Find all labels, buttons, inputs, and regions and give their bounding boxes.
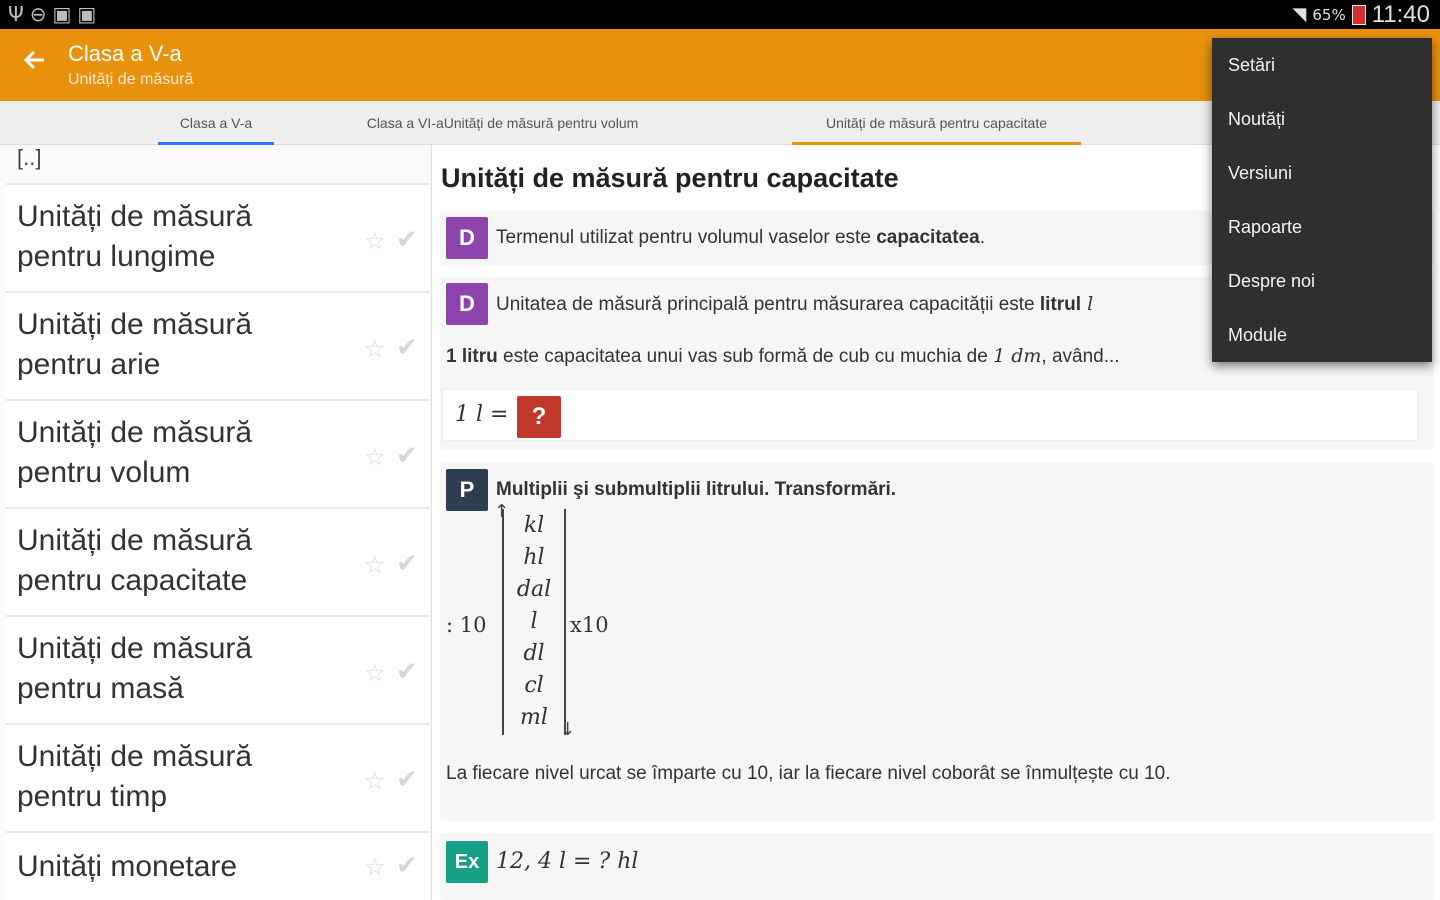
star-icon[interactable]: ☆ bbox=[364, 853, 386, 881]
multiply-label: x10 bbox=[570, 613, 609, 637]
property-card: P Multiplii şi submultiplii litrului. Tr… bbox=[440, 463, 1434, 821]
status-bar: Ψ ⊖ ▣ ▣ ◥ 65% 11:40 bbox=[0, 0, 1440, 29]
formula: 1 l = bbox=[455, 402, 509, 427]
overflow-menu: Setări Noutăți Versiuni Rapoarte Despre … bbox=[1212, 38, 1432, 362]
list-item-label: Unități de măsură pentru capacitate bbox=[17, 524, 253, 597]
rule-text: La fiecare nivel urcat se împarte cu 10,… bbox=[446, 763, 1171, 784]
list-item-label: Unități monetare bbox=[17, 850, 238, 883]
unit-label: l bbox=[530, 609, 538, 634]
unit-label: dl bbox=[523, 641, 545, 666]
battery-percent: 65% bbox=[1312, 5, 1346, 24]
definition-badge: D bbox=[446, 283, 488, 325]
check-icon[interactable]: ✔ bbox=[396, 225, 418, 255]
dnd-icon: ⊖ bbox=[29, 2, 47, 26]
tab-volum[interactable]: Clasa a VI-aUnități de măsură pentru vol… bbox=[345, 101, 660, 145]
check-icon[interactable]: ✔ bbox=[396, 441, 418, 471]
check-icon[interactable]: ✔ bbox=[396, 765, 418, 795]
list-item-label: Unități de măsură pentru masă bbox=[17, 632, 253, 705]
menu-item-rapoarte[interactable]: Rapoarte bbox=[1212, 200, 1432, 254]
list-item[interactable]: Unități de măsură pentru arie ☆ ✔ bbox=[6, 291, 430, 399]
list-item[interactable]: Unități monetare ☆ ✔ bbox=[6, 831, 430, 900]
list-item-label: Unități de măsură pentru volum bbox=[17, 416, 253, 489]
list-item[interactable]: Unități de măsură pentru masă ☆ ✔ bbox=[6, 615, 430, 723]
example-card: Ex 12, 4 l = ? hl bbox=[440, 833, 1434, 900]
list-item[interactable]: Unități de măsură pentru volum ☆ ✔ bbox=[6, 399, 430, 507]
menu-item-setari[interactable]: Setări bbox=[1212, 38, 1432, 92]
page-title: Clasa a V-a bbox=[68, 41, 182, 66]
lesson-heading: Unități de măsură pentru capacitate bbox=[441, 163, 899, 193]
topic-list: [..] Unități de măsură pentru lungime ☆ … bbox=[0, 145, 432, 900]
list-item-label: Unități de măsură pentru timp bbox=[17, 740, 253, 813]
star-icon[interactable]: ☆ bbox=[364, 767, 386, 795]
definition-badge: D bbox=[446, 217, 488, 259]
divide-label: : 10 bbox=[446, 613, 487, 637]
unit-label: hl bbox=[523, 545, 545, 570]
arrow-left-icon[interactable] bbox=[22, 47, 48, 81]
check-icon[interactable]: ✔ bbox=[396, 657, 418, 687]
unit-label: ml bbox=[520, 705, 548, 730]
list-parent-link[interactable]: [..] bbox=[17, 145, 41, 171]
battery-icon bbox=[1351, 4, 1366, 25]
arrow-left-icon bbox=[23, 50, 44, 70]
clock: 11:40 bbox=[1371, 0, 1430, 28]
definition-text: Unitatea de măsură principală pentru măs… bbox=[496, 293, 1094, 315]
definition-detail: 1 litru este capacitatea unui vas sub fo… bbox=[446, 345, 1120, 367]
unit-label: kl bbox=[523, 513, 545, 538]
page-subtitle: Unități de măsură bbox=[68, 71, 194, 88]
star-icon[interactable]: ☆ bbox=[364, 551, 386, 579]
arrow-down-icon: ↓ bbox=[560, 719, 576, 740]
tab-capacitate[interactable]: Unități de măsură pentru capacitate bbox=[792, 101, 1081, 145]
formula-box: 1 l = ? bbox=[442, 389, 1418, 441]
star-icon[interactable]: ☆ bbox=[364, 335, 386, 363]
list-item-label: Unități de măsură pentru lungime bbox=[17, 200, 253, 273]
property-badge: P bbox=[446, 469, 488, 511]
check-icon[interactable]: ✔ bbox=[396, 851, 418, 881]
example-formula: 12, 4 l = ? hl bbox=[496, 849, 639, 874]
definition-text: Termenul utilizat pentru volumul vaselor… bbox=[496, 227, 985, 248]
notification-icons: Ψ ⊖ ▣ ▣ bbox=[8, 2, 96, 26]
unit-scale: kl hl dal l dl cl ml bbox=[502, 509, 566, 735]
property-title: Multiplii şi submultiplii litrului. Tran… bbox=[496, 479, 897, 500]
check-icon[interactable]: ✔ bbox=[396, 549, 418, 579]
list-item[interactable]: Unități de măsură pentru capacitate ☆ ✔ bbox=[6, 507, 430, 615]
menu-item-module[interactable]: Module bbox=[1212, 308, 1432, 362]
star-icon[interactable]: ☆ bbox=[364, 443, 386, 471]
list-item[interactable]: Unități de măsură pentru lungime ☆ ✔ bbox=[6, 183, 430, 291]
star-icon[interactable]: ☆ bbox=[364, 227, 386, 255]
list-item[interactable]: Unități de măsură pentru timp ☆ ✔ bbox=[6, 723, 430, 831]
tab-clasa-v[interactable]: Clasa a V-a bbox=[158, 101, 274, 145]
check-icon[interactable]: ✔ bbox=[396, 333, 418, 363]
unit-label: dal bbox=[516, 577, 552, 602]
photo-icon: ▣ bbox=[52, 2, 72, 26]
menu-item-noutati[interactable]: Noutăți bbox=[1212, 92, 1432, 146]
usb-icon: Ψ bbox=[8, 2, 24, 26]
unit-label: cl bbox=[524, 673, 544, 698]
menu-item-versiuni[interactable]: Versiuni bbox=[1212, 146, 1432, 200]
list-item-label: Unități de măsură pentru arie bbox=[17, 308, 253, 381]
star-icon[interactable]: ☆ bbox=[364, 659, 386, 687]
reveal-answer-button[interactable]: ? bbox=[517, 396, 561, 438]
menu-item-despre-noi[interactable]: Despre noi bbox=[1212, 254, 1432, 308]
wifi-icon: ◥ bbox=[1292, 4, 1307, 25]
example-badge: Ex bbox=[446, 841, 488, 883]
photo-icon: ▣ bbox=[77, 2, 97, 26]
